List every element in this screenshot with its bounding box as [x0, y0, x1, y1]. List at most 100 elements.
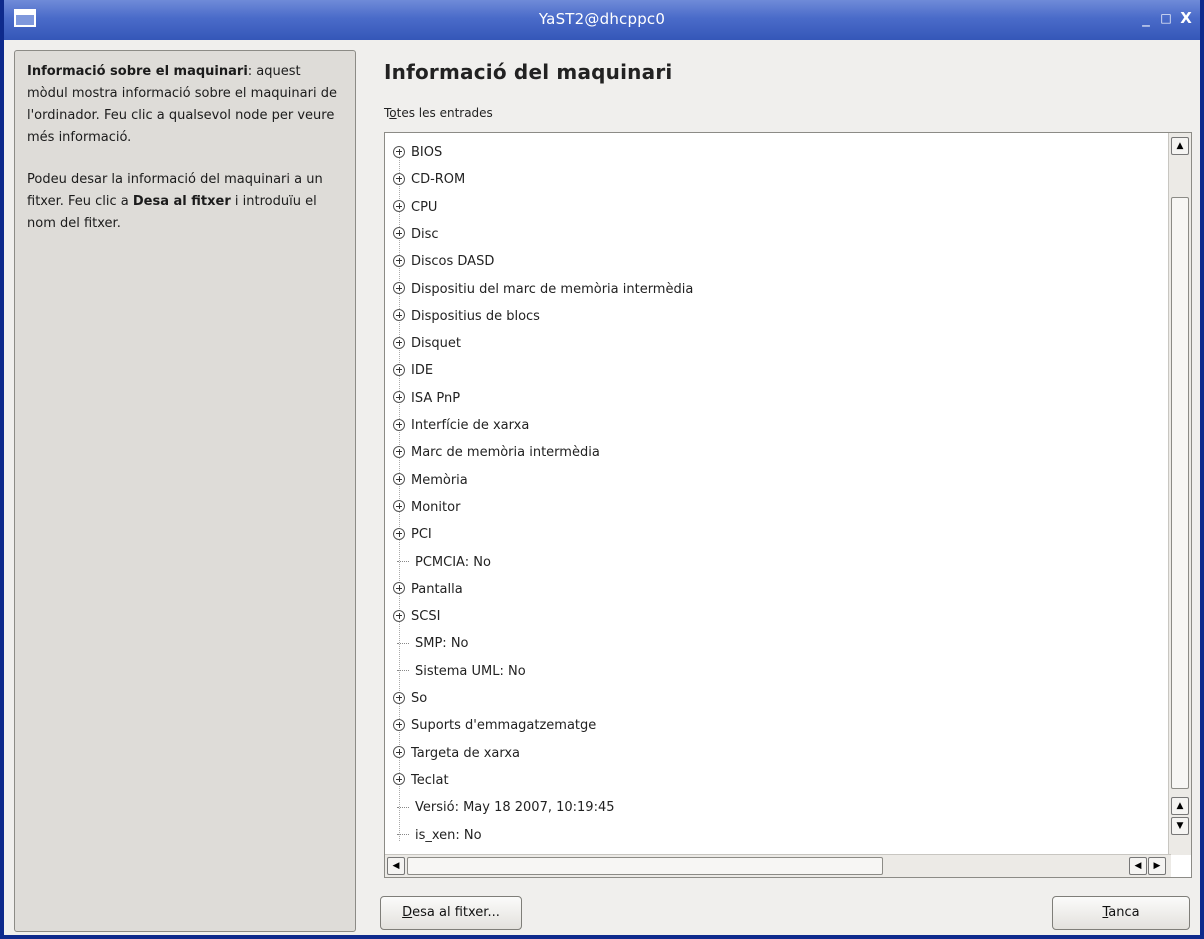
expand-plus-icon[interactable]: [393, 746, 405, 759]
tree-item[interactable]: Sistema UML: No: [393, 659, 526, 685]
expand-plus-icon[interactable]: [393, 773, 405, 786]
help-paragraph-1: Informació sobre el maquinari: aquest mò…: [27, 61, 343, 149]
tree-item[interactable]: IDE: [393, 358, 433, 384]
tree-item[interactable]: SCSI: [393, 604, 440, 630]
tree-item-label: BIOS: [411, 145, 443, 160]
tree-item-label: Discos DASD: [411, 254, 495, 270]
scroll-up-icon-lower[interactable]: ▲: [1171, 797, 1189, 815]
tree-item[interactable]: PCI: [393, 522, 432, 548]
help-paragraph-2: Podeu desar la informació del maquinari …: [27, 169, 343, 235]
tree-item-label: CD-ROM: [411, 172, 466, 188]
tree-item[interactable]: Memòria: [393, 468, 468, 494]
tree-item-label: SCSI: [411, 609, 441, 625]
expand-plus-icon[interactable]: [393, 609, 405, 622]
expand-plus-icon[interactable]: [393, 391, 405, 404]
tree-item[interactable]: Pantalla: [393, 577, 463, 603]
expand-plus-icon[interactable]: [393, 145, 405, 158]
expand-plus-icon[interactable]: [393, 254, 405, 267]
expand-plus-icon[interactable]: [393, 282, 405, 294]
horizontal-scroll-thumb[interactable]: [407, 857, 883, 875]
tree-item-label: PCMCIA: No: [415, 554, 491, 570]
expand-plus-icon[interactable]: [393, 172, 405, 185]
tree-item-label: PCI: [411, 527, 432, 543]
tree-item[interactable]: Teclat: [393, 768, 449, 794]
expand-plus-icon[interactable]: [393, 309, 405, 322]
close-icon[interactable]: X: [1176, 8, 1196, 28]
tree-item-label: So: [411, 691, 428, 706]
help-bold-title: Informació sobre el maquinari: [27, 64, 248, 79]
tree-item[interactable]: So: [393, 686, 427, 712]
expand-plus-icon[interactable]: [393, 718, 405, 731]
expand-plus-icon[interactable]: [393, 691, 405, 704]
tree-item[interactable]: Disquet: [393, 331, 461, 357]
tree-item[interactable]: BIOS: [393, 140, 442, 166]
scroll-down-icon[interactable]: ▼: [1171, 817, 1189, 835]
expand-plus-icon[interactable]: [393, 473, 405, 486]
tree-leaf-connector: [397, 806, 409, 809]
tree-item[interactable]: Suports d'emmagatzematge: [393, 713, 596, 739]
horizontal-scrollbar[interactable]: ◀ ◀ ▶: [385, 854, 1171, 877]
tree-item[interactable]: ISA PnP: [393, 386, 460, 412]
tree-item[interactable]: PCMCIA: No: [393, 550, 491, 576]
tree-item[interactable]: Dispositiu del marc de memòria intermèdi…: [393, 277, 693, 303]
tree-item-label: Versió: May 18 2007, 10:19:45: [415, 800, 615, 816]
tree-item-label: Disc: [411, 226, 439, 242]
tree-item-label: Pantalla: [411, 581, 463, 597]
tree-leaf-connector: [397, 834, 409, 836]
help-panel: Informació sobre el maquinari: aquest mò…: [14, 50, 356, 932]
tree-item[interactable]: Discos DASD: [393, 249, 494, 275]
tree-item[interactable]: Targeta de xarxa: [393, 741, 520, 767]
tree-item[interactable]: Dispositius de blocs: [393, 304, 540, 330]
tree-item-label: Sistema UML: No: [415, 663, 526, 679]
tree-item-label: Disquet: [411, 336, 461, 352]
close-button-label: anca: [1108, 905, 1140, 920]
save-to-file-button[interactable]: Desa al fitxer...: [380, 896, 522, 930]
expand-plus-icon[interactable]: [393, 500, 405, 513]
expand-plus-icon[interactable]: [393, 582, 405, 595]
vertical-scroll-thumb[interactable]: [1171, 197, 1189, 789]
tree-item[interactable]: CD-ROM: [393, 167, 465, 193]
help-bold-save: Desa al fitxer: [132, 194, 231, 209]
tree-item-label: Interfície de xarxa: [411, 418, 530, 433]
tree-item-label: is_xen: No: [415, 827, 482, 843]
tree-label-post: tes les entrades: [396, 106, 493, 120]
expand-plus-icon[interactable]: [393, 418, 405, 431]
expand-plus-icon[interactable]: [393, 363, 405, 376]
tree-item[interactable]: Marc de memòria intermèdia: [393, 440, 600, 466]
minimize-icon[interactable]: _: [1136, 8, 1156, 28]
hardware-tree[interactable]: BIOS CD-ROM CPU Disc Discos DASD Dispositiu d…: [384, 132, 1192, 878]
window-title: YaST2@dhcppc0: [538, 10, 666, 28]
scroll-right-icon[interactable]: ▶: [1148, 857, 1166, 875]
tree-item[interactable]: CPU: [393, 195, 437, 221]
tree-item-label: ISA PnP: [411, 390, 461, 406]
scroll-left-icon-right[interactable]: ◀: [1129, 857, 1147, 875]
tree-item[interactable]: SMP: No: [393, 631, 469, 657]
save-button-label: esa al fitxer...: [412, 905, 500, 920]
tree-item-label: Teclat: [411, 772, 449, 788]
expand-plus-icon[interactable]: [393, 227, 405, 240]
tree-item-label: Memòria: [411, 472, 468, 488]
maximize-icon[interactable]: □: [1156, 8, 1176, 28]
yast-window: YaST2@dhcppc0 _ □ X Informació sobre el …: [0, 0, 1204, 939]
expand-plus-icon[interactable]: [393, 527, 405, 540]
tree-item-label: CPU: [411, 199, 438, 215]
save-button-mnemonic: D: [402, 905, 413, 920]
expand-plus-icon[interactable]: [393, 445, 405, 458]
tree-item[interactable]: Versió: May 18 2007, 10:19:45: [393, 795, 615, 821]
scroll-left-icon[interactable]: ◀: [387, 857, 405, 875]
tree-item[interactable]: Monitor: [393, 495, 460, 521]
scroll-up-icon[interactable]: ▲: [1171, 137, 1189, 155]
tree-leaf-connector: [397, 642, 409, 645]
expand-plus-icon[interactable]: [393, 336, 405, 349]
tree-item[interactable]: Interfície de xarxa: [393, 413, 529, 439]
vertical-scrollbar[interactable]: ▲ ▲ ▼: [1168, 133, 1191, 855]
tree-item-label: Marc de memòria intermèdia: [411, 445, 600, 461]
title-bar[interactable]: YaST2@dhcppc0 _ □ X: [4, 0, 1200, 40]
close-button[interactable]: Tanca: [1052, 896, 1190, 930]
tree-item[interactable]: Disc: [393, 222, 439, 248]
tree-leaf-connector: [397, 670, 409, 672]
tree-item-label: Suports d'emmagatzematge: [411, 718, 597, 734]
expand-plus-icon[interactable]: [393, 200, 405, 213]
tree-item-label: Dispositius de blocs: [411, 308, 540, 324]
tree-item[interactable]: is_xen: No: [393, 823, 482, 849]
